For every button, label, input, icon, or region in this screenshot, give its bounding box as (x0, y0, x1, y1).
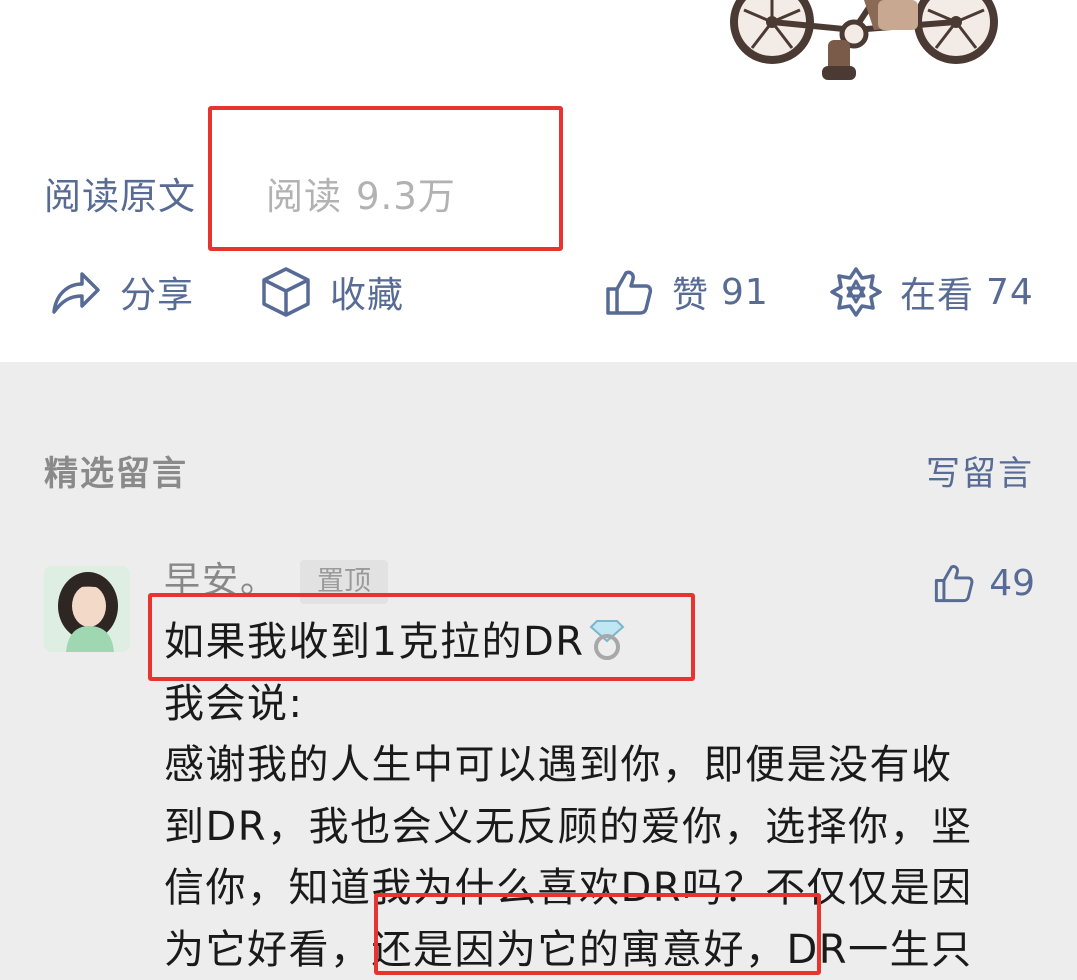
diamond-ring-icon (589, 620, 625, 660)
share-icon (52, 272, 100, 314)
comment-line: 感谢我的人生中可以遇到你，即便是没有收 (164, 742, 953, 788)
comment-line: 如果我收到1克拉的DR (164, 612, 1044, 674)
favorite-button[interactable]: 收藏 (260, 258, 404, 326)
read-count: 阅读 9.3万 (266, 166, 456, 220)
comment-body: 如果我收到1克拉的DR 我会说: 感谢我的人生中可以遇到你，即便是没有收 到DR… (164, 612, 1044, 980)
favorite-label: 收藏 (330, 275, 405, 316)
comment-like-button[interactable]: 49 (933, 558, 1035, 608)
thumbs-up-icon (935, 565, 974, 603)
read-count-value: 9.3万 (356, 175, 456, 218)
avatar-image (44, 566, 130, 652)
share-label: 分享 (120, 275, 195, 316)
comment-line: 为它好看，还是因为它的寓意好，DR一生只 (164, 926, 973, 973)
read-original-link[interactable]: 阅读原文 (44, 166, 196, 220)
avatar[interactable] (44, 566, 130, 652)
read-label: 阅读 (266, 175, 342, 218)
like-button[interactable]: 赞 91 (604, 258, 769, 326)
comment-line: 信你，知道我为什么喜欢DR吗？不仅仅是因 (164, 865, 973, 911)
watching-count: 74 (986, 271, 1034, 313)
comment-line-text: 如果我收到1克拉的DR (164, 619, 585, 665)
comment-like-count: 49 (989, 562, 1035, 604)
article-actions-bar: 分享 收藏 赞 91 在看 74 (0, 258, 1077, 326)
comments-header: 精选留言 写留言 (44, 446, 1034, 502)
share-button[interactable]: 分享 (50, 258, 194, 326)
pinned-badge: 置顶 (300, 560, 388, 604)
write-comment-button[interactable]: 写留言 (926, 446, 1034, 502)
comment-line: 我会说: (164, 680, 304, 727)
like-count: 91 (721, 271, 769, 313)
watching-button[interactable]: 在看 74 (830, 258, 1034, 326)
comments-section-title: 精选留言 (44, 454, 188, 494)
watching-label: 在看 (900, 275, 975, 316)
thumbs-up-icon (606, 270, 653, 315)
cube-icon (262, 267, 310, 317)
comment-line: 到DR，我也会义无反顾的爱你，选择你，坚 (164, 803, 973, 850)
star-flower-icon (830, 267, 882, 317)
comment-nickname[interactable]: 早安。 (164, 556, 278, 606)
like-label: 赞 (672, 275, 710, 316)
bicycle-illustration (730, 0, 998, 80)
article-footer-card: 阅读原文 阅读 9.3万 分享 收藏 赞 91 在看 74 (0, 0, 1077, 362)
